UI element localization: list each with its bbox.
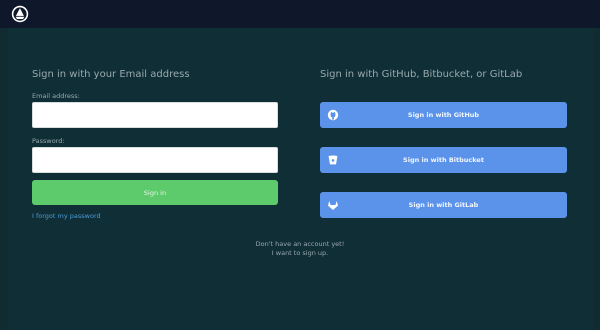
gitlab-signin-label: Sign in with GitLab <box>408 201 479 209</box>
signup-link[interactable]: I want to sign up. <box>200 249 400 257</box>
password-label: Password: <box>32 137 65 145</box>
bitbucket-signin-button[interactable]: Sign in with Bitbucket <box>320 147 567 173</box>
bitbucket-signin-label: Sign in with Bitbucket <box>403 156 484 164</box>
github-signin-button[interactable]: Sign in with GitHub <box>320 102 567 128</box>
signup-prompt: Don't have an account yet! <box>255 240 345 248</box>
github-signin-label: Sign in with GitHub <box>407 111 480 119</box>
password-field[interactable] <box>32 147 278 173</box>
logo-icon[interactable] <box>11 5 29 23</box>
email-signin-heading: Sign in with your Email address <box>32 69 190 80</box>
sign-in-button-label: Sign in <box>143 188 167 197</box>
gitlab-signin-button[interactable]: Sign in with GitLab <box>320 192 567 218</box>
forgot-password-link[interactable]: I forgot my password <box>32 212 101 220</box>
oauth-signin-heading: Sign in with GitHub, Bitbucket, or GitLa… <box>320 69 523 80</box>
sign-in-button[interactable]: Sign in <box>32 180 278 205</box>
email-field[interactable] <box>32 102 278 128</box>
top-bar <box>0 0 600 28</box>
email-label: Email address: <box>32 92 80 100</box>
